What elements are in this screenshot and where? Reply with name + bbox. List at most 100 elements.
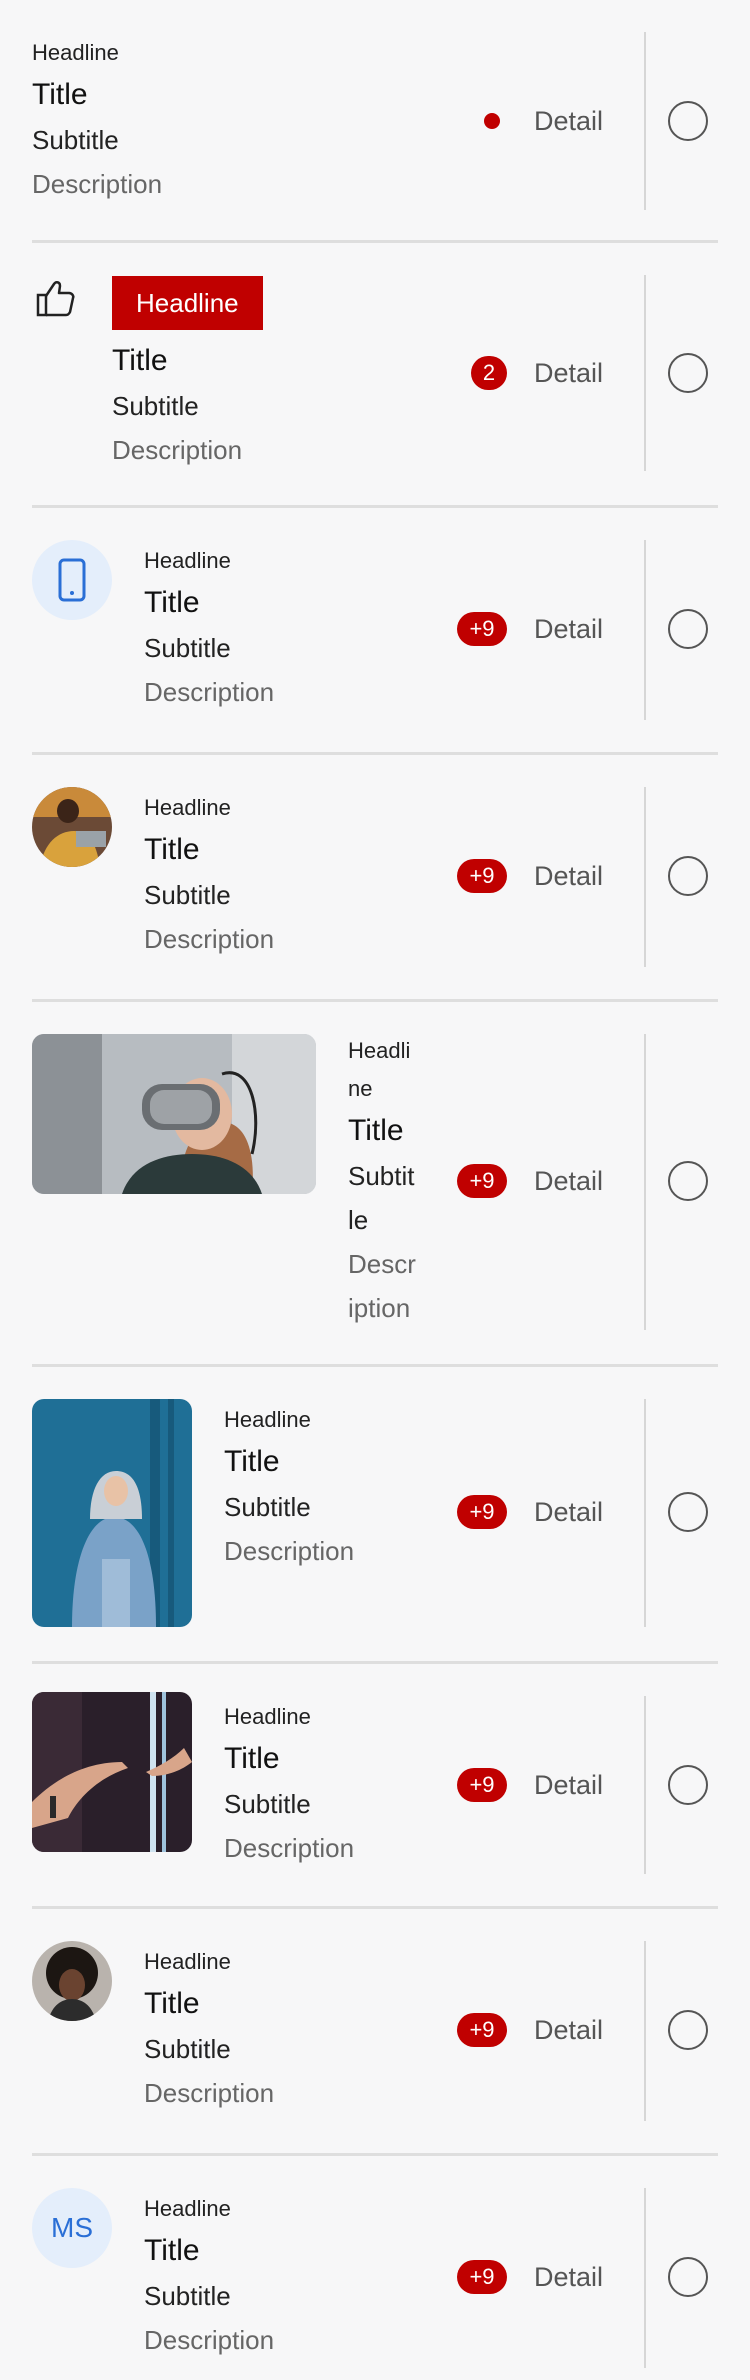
- item-headline-line-1: Headli: [348, 1038, 411, 1063]
- item-title: Title: [144, 833, 200, 866]
- vertical-divider: [644, 32, 646, 210]
- item-headline: Headline: [144, 1949, 231, 1974]
- item-text: Headline Title Subtitle Description: [144, 542, 274, 714]
- count-badge: +9: [457, 612, 507, 646]
- item-description: Description: [112, 435, 243, 465]
- item-subtitle: Subtitle: [224, 1789, 311, 1819]
- item-title: Title: [224, 1742, 280, 1775]
- item-headline: Headline: [224, 1407, 311, 1432]
- item-description: Description: [144, 2078, 275, 2108]
- avatar-initials: MS: [51, 2212, 93, 2243]
- item-subtitle: Subtitle: [112, 391, 199, 421]
- item-subtitle: Subtitle: [144, 880, 231, 910]
- list-item[interactable]: Headline Title Subtitle Description +9 D…: [32, 755, 718, 999]
- item-detail: Detail: [534, 1497, 604, 1527]
- radio-button[interactable]: [668, 856, 708, 896]
- item-text: Headli ne Title Subtit le Descr iption: [348, 1032, 416, 1330]
- item-title: Title: [32, 78, 88, 111]
- vertical-divider: [644, 275, 646, 471]
- item-subtitle: Subtitle: [144, 633, 231, 663]
- initials-avatar: MS: [32, 2188, 112, 2268]
- item-description: Description: [224, 1536, 355, 1566]
- item-detail: Detail: [534, 106, 604, 136]
- smartphone-icon: [32, 540, 112, 620]
- list-item[interactable]: Headline Title Subtitle Description +9 D…: [32, 1909, 718, 2153]
- item-subtitle: Subtitle: [144, 2281, 231, 2311]
- item-text: Headline Title Subtitle Description: [144, 789, 274, 961]
- count-badge: +9: [457, 2260, 507, 2294]
- hands-image: [32, 1692, 192, 1852]
- vertical-divider: [644, 2188, 646, 2368]
- avatar: [32, 1941, 112, 2021]
- item-title: Title: [144, 586, 200, 619]
- radio-button[interactable]: [668, 2010, 708, 2050]
- vertical-divider: [644, 1034, 646, 1330]
- list-item[interactable]: Headline Title Subtitle Description Deta…: [32, 0, 718, 240]
- item-description-line-2: iption: [348, 1293, 411, 1323]
- item-description: Description: [224, 1833, 355, 1863]
- item-detail: Detail: [534, 2262, 604, 2292]
- list-item[interactable]: Headline Title Subtitle Description 2 De…: [32, 243, 718, 505]
- radio-button[interactable]: [668, 1765, 708, 1805]
- item-text: Headline Title Subtitle Description: [224, 1401, 354, 1573]
- item-text: Headline Title Subtitle Description: [32, 34, 162, 206]
- item-subtitle: Subtitle: [144, 2034, 231, 2064]
- status-dot: [484, 113, 500, 129]
- item-detail: Detail: [534, 358, 604, 388]
- radio-button[interactable]: [668, 353, 708, 393]
- vertical-divider: [644, 540, 646, 720]
- item-subtitle: Subtitle: [32, 125, 119, 155]
- radio-button[interactable]: [668, 2257, 708, 2297]
- item-text: Headline Title Subtitle Description: [224, 1698, 354, 1870]
- radio-button[interactable]: [668, 101, 708, 141]
- item-headline-chip: Headline: [112, 276, 263, 330]
- item-description-line-1: Descr: [348, 1249, 416, 1279]
- item-description: Description: [144, 2325, 275, 2355]
- list-item[interactable]: Headline Title Subtitle Description +9 D…: [32, 1367, 718, 1661]
- item-text: Headline Title Subtitle Description: [144, 2190, 274, 2362]
- person-portrait-image: [32, 1399, 192, 1627]
- item-title: Title: [144, 1987, 200, 2020]
- item-detail: Detail: [534, 1770, 604, 1800]
- item-headline: Headline: [144, 2196, 231, 2221]
- vr-headset-image: [32, 1034, 316, 1194]
- vertical-divider: [644, 1696, 646, 1874]
- item-detail: Detail: [534, 861, 604, 891]
- list-item[interactable]: Headli ne Title Subtit le Descr iption +…: [32, 1002, 718, 1364]
- thumbs-up-icon: [32, 276, 76, 320]
- count-badge: +9: [457, 2013, 507, 2047]
- item-description: Description: [32, 169, 163, 199]
- count-badge: +9: [457, 1768, 507, 1802]
- radio-button[interactable]: [668, 609, 708, 649]
- item-subtitle-line-1: Subtit: [348, 1161, 415, 1191]
- item-title: Title: [348, 1114, 404, 1147]
- vertical-divider: [644, 1941, 646, 2121]
- count-badge: 2: [471, 356, 507, 390]
- item-detail: Detail: [534, 1166, 604, 1196]
- count-badge: +9: [457, 1495, 507, 1529]
- radio-button[interactable]: [668, 1492, 708, 1532]
- vertical-divider: [644, 787, 646, 967]
- item-text: Headline Title Subtitle Description: [144, 1943, 274, 2115]
- item-title: Title: [224, 1445, 280, 1478]
- count-badge: +9: [457, 1164, 507, 1198]
- list-item[interactable]: MS Headline Title Subtitle Description +…: [32, 2156, 718, 2380]
- item-subtitle: Subtitle: [224, 1492, 311, 1522]
- radio-button[interactable]: [668, 1161, 708, 1201]
- item-title: Title: [144, 2234, 200, 2267]
- item-headline: Headline: [144, 548, 231, 573]
- item-description: Description: [144, 924, 275, 954]
- item-headline: Headline: [224, 1704, 311, 1729]
- item-description: Description: [144, 677, 275, 707]
- item-headline: Headline: [144, 795, 231, 820]
- count-badge: +9: [457, 859, 507, 893]
- item-detail: Detail: [534, 614, 604, 644]
- item-detail: Detail: [534, 2015, 604, 2045]
- list-item[interactable]: Headline Title Subtitle Description +9 D…: [32, 508, 718, 752]
- avatar: [32, 787, 112, 867]
- item-headline: Headline: [32, 40, 119, 65]
- item-subtitle-line-2: le: [348, 1205, 369, 1235]
- list-item[interactable]: Headline Title Subtitle Description +9 D…: [32, 1664, 718, 1906]
- item-headline-line-2: ne: [348, 1076, 373, 1101]
- item-text: Headline Title Subtitle Description: [112, 276, 263, 472]
